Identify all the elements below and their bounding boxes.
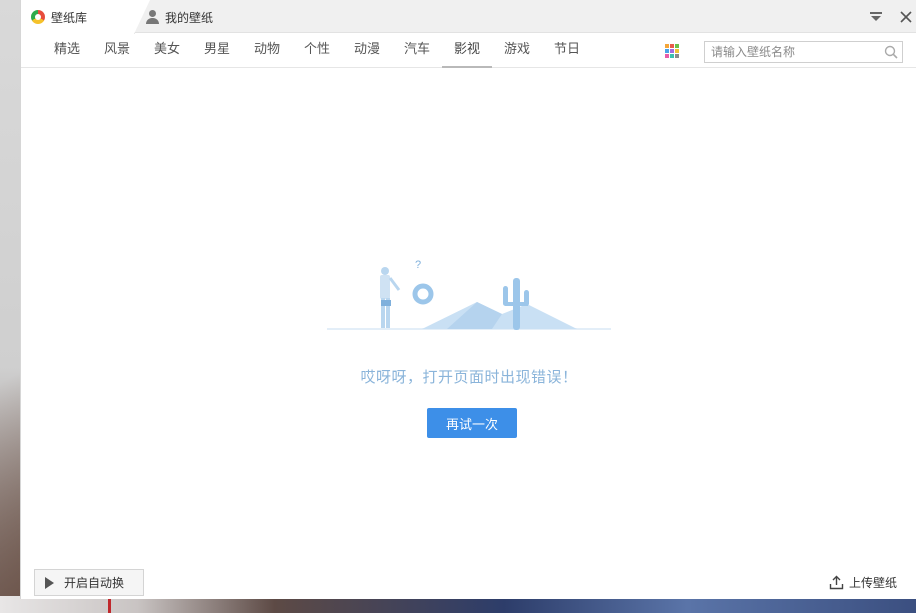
retry-button[interactable]: 再试一次 [427,408,517,438]
tab-label: 壁纸库 [51,10,88,25]
desktop-decoration [108,598,111,613]
grid-icon-cell [675,54,679,58]
category-tab[interactable]: 风景 [92,34,142,68]
grid-icon-cell [670,44,674,48]
category-tab[interactable]: 节日 [542,34,592,68]
tab-label: 我的壁纸 [165,10,214,25]
auto-switch-label: 开启自动换 [64,576,125,590]
question-mark: ? [415,259,421,271]
user-icon [145,10,159,24]
play-icon [45,576,54,589]
upload-label: 上传壁纸 [849,575,898,590]
upload-icon [829,575,844,589]
grid-icon-cell [665,49,669,53]
category-tab[interactable]: 美女 [142,34,192,68]
auto-switch-button[interactable]: 开启自动换 [34,569,144,596]
grid-icon-cell [670,49,674,53]
chevron-down-icon [870,12,882,21]
grid-icon-cell [675,49,679,53]
error-illustration: ? [327,259,611,330]
app-logo-icon [31,10,45,24]
tab-my-wallpapers[interactable]: 我的壁纸 [145,0,213,34]
all-categories-grid-icon[interactable] [665,44,679,58]
search-input[interactable] [705,42,875,62]
category-tab-active[interactable]: 影视 [442,34,492,68]
close-icon [900,11,912,23]
grid-icon-cell [665,44,669,48]
category-nav: 精选 风景 美女 男星 动物 个性 动漫 汽车 影视 游戏 节日 [21,34,916,68]
title-bar: 壁纸库 我的壁纸 [21,0,916,34]
category-tab[interactable]: 动物 [242,34,292,68]
error-message: 哎呀呀，打开页面时出现错误！ [360,368,578,386]
category-tab[interactable]: 精选 [42,34,92,68]
category-tab[interactable]: 个性 [292,34,342,68]
menu-dropdown-button[interactable] [867,8,885,26]
search-box [704,41,903,63]
grid-icon-cell [675,44,679,48]
wallpaper-app-window: 壁纸库 我的壁纸 精选 风景 美女 男星 动物 个性 动漫 汽车 影视 游戏 节… [20,0,916,599]
category-tab[interactable]: 男星 [192,34,242,68]
tab-wallpaper-library[interactable]: 壁纸库 [21,0,150,34]
category-tab[interactable]: 汽车 [392,34,442,68]
category-tab[interactable]: 动漫 [342,34,392,68]
grid-icon-cell [670,54,674,58]
close-button[interactable] [897,8,915,26]
search-icon[interactable] [884,45,898,59]
category-tab[interactable]: 游戏 [492,34,542,68]
upload-wallpaper-button[interactable]: 上传壁纸 [829,572,897,592]
grid-icon-cell [665,54,669,58]
